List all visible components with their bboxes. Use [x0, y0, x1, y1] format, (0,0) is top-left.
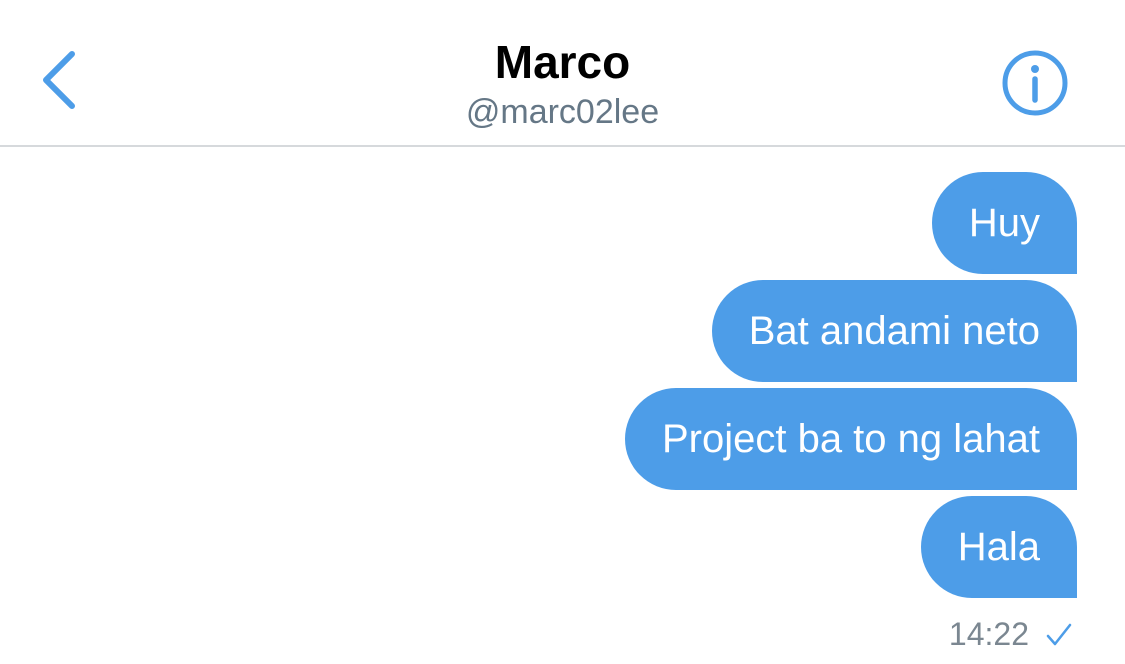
message-thread: Huy Bat andami neto Project ba to ng lah… — [624, 172, 1077, 653]
info-icon — [1002, 50, 1068, 116]
info-button[interactable] — [1002, 50, 1068, 116]
message-status: 14:22 — [949, 616, 1073, 653]
message-bubble[interactable]: Hala — [920, 496, 1077, 598]
message-bubble[interactable]: Project ba to ng lahat — [624, 388, 1077, 490]
conversation-header: Marco @marc02lee — [0, 0, 1125, 147]
message-timestamp: 14:22 — [948, 616, 1029, 652]
message-bubble[interactable]: Huy — [931, 172, 1077, 274]
checkmark-icon — [1046, 623, 1072, 645]
contact-name[interactable]: Marco — [0, 34, 1125, 90]
contact-handle[interactable]: @marc02lee — [0, 90, 1125, 134]
message-bubble[interactable]: Bat andami neto — [711, 280, 1077, 382]
